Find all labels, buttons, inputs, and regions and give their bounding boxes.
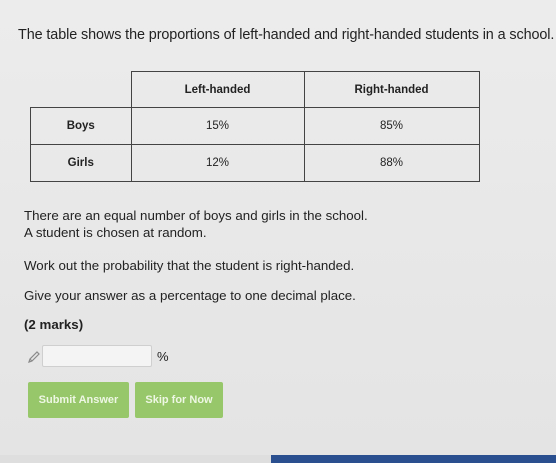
- cell-girls-right: 88%: [303, 144, 480, 182]
- row-label-boys: Boys: [30, 107, 132, 145]
- skip-for-now-button[interactable]: Skip for Now: [135, 382, 223, 418]
- proportions-table: Left-handed Right-handed Boys 15% 85% Gi…: [30, 71, 480, 182]
- percent-unit: %: [157, 349, 169, 364]
- cell-girls-left: 12%: [130, 144, 305, 182]
- header-right-handed: Right-handed: [303, 71, 480, 108]
- work-out-text: Work out the probability that the studen…: [24, 258, 355, 273]
- row-label-girls: Girls: [30, 144, 132, 182]
- question-intro: The table shows the proportions of left-…: [18, 27, 555, 43]
- answer-input[interactable]: [42, 345, 152, 367]
- bottom-shade: [0, 455, 271, 463]
- table-header-row: Left-handed Right-handed: [30, 71, 480, 108]
- random-choice-text: A student is chosen at random.: [24, 225, 207, 240]
- table-row: Boys 15% 85%: [30, 107, 480, 145]
- answer-format-text: Give your answer as a percentage to one …: [24, 288, 356, 303]
- cell-boys-left: 15%: [130, 107, 305, 145]
- pencil-icon: [26, 349, 42, 365]
- equal-number-text: There are an equal number of boys and gi…: [24, 208, 368, 223]
- header-left-handed: Left-handed: [130, 71, 305, 108]
- table-row: Girls 12% 88%: [30, 144, 480, 182]
- marks-text: (2 marks): [24, 317, 84, 332]
- question-page: The table shows the proportions of left-…: [0, 0, 556, 463]
- taskbar-strip: [271, 455, 556, 463]
- cell-boys-right: 85%: [303, 107, 480, 145]
- table-corner-cell: [30, 71, 132, 108]
- submit-answer-button[interactable]: Submit Answer: [28, 382, 129, 418]
